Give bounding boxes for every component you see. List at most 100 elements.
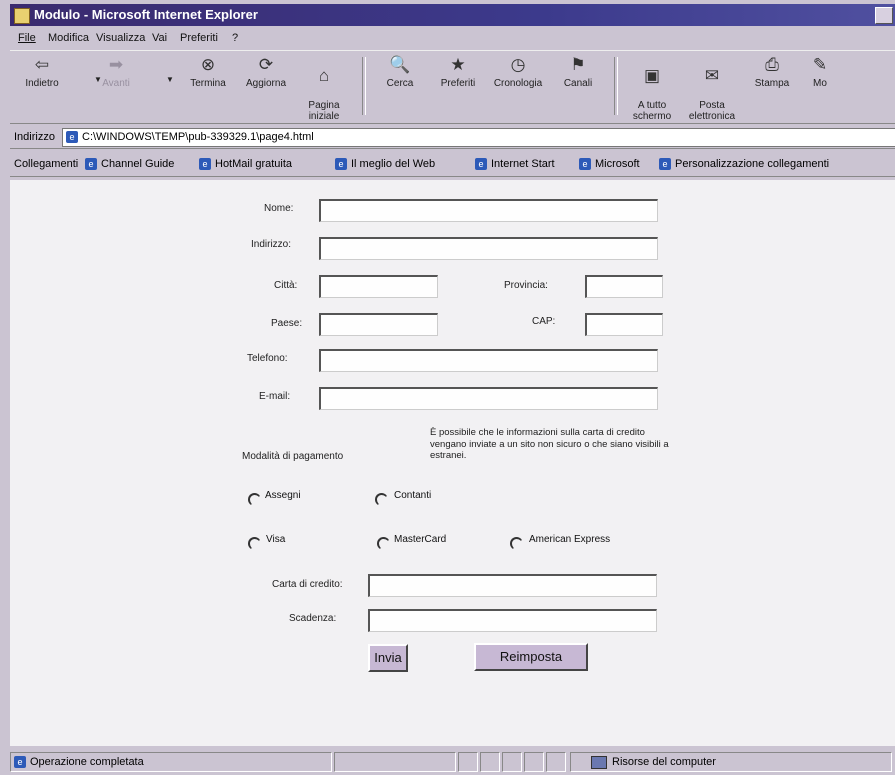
forward-dropdown-icon[interactable]: ▼ [166, 75, 174, 84]
page-icon: e [579, 158, 591, 171]
window-title: Modulo - Microsoft Internet Explorer [34, 7, 258, 22]
provincia-input[interactable] [585, 275, 663, 298]
history-icon: ◷ [510, 55, 526, 74]
stop-label: Termina [190, 78, 226, 89]
carta-credito-input[interactable] [368, 574, 657, 597]
status-panel-empty [524, 752, 544, 772]
reimposta-button[interactable]: Reimposta [474, 643, 588, 671]
home-icon: ⌂ [318, 66, 330, 85]
search-icon: 🔍 [389, 55, 411, 74]
fullscreen-icon: ▣ [643, 66, 661, 85]
page-icon: e [85, 158, 97, 171]
history-button[interactable]: ◷ Cronologia [488, 55, 548, 89]
refresh-button[interactable]: ⟳ Aggiorna [236, 55, 296, 89]
search-button[interactable]: 🔍 Cerca [370, 55, 430, 89]
page-icon: e [66, 131, 78, 144]
refresh-label: Aggiorna [245, 78, 287, 89]
citta-input[interactable] [319, 275, 438, 298]
home-label: Pagina iniziale [308, 100, 340, 122]
menu-vai[interactable]: Vai [152, 28, 167, 48]
fullscreen-button[interactable]: ▣ A tutto schermo [622, 55, 682, 122]
forward-button[interactable]: ➡ Avanti [86, 55, 146, 89]
page-icon: e [199, 158, 211, 171]
link-personalizzazione[interactable]: e Personalizzazione collegamenti [656, 152, 829, 176]
print-icon: ⎙ [765, 55, 779, 74]
minimize-button[interactable] [875, 7, 893, 24]
menu-visualizza[interactable]: Visualizza [96, 28, 145, 48]
radio-visa[interactable] [248, 537, 261, 550]
channels-label: Canali [563, 78, 593, 89]
nome-input[interactable] [319, 199, 658, 222]
invia-button[interactable]: Invia [368, 644, 408, 672]
nome-label: Nome: [264, 203, 294, 214]
indirizzo-input[interactable] [319, 237, 658, 260]
toolbar-separator [362, 57, 366, 115]
status-text: Operazione completata [30, 756, 144, 768]
email-input[interactable] [319, 387, 658, 410]
back-button[interactable]: ⇦ Indietro [12, 55, 72, 89]
cap-input[interactable] [585, 313, 663, 336]
telefono-label: Telefono: [247, 353, 288, 364]
menu-preferiti[interactable]: Preferiti [180, 28, 218, 48]
stop-button[interactable]: ⊗ Termina [178, 55, 238, 89]
link-hotmail[interactable]: e HotMail gratuita [196, 152, 292, 176]
print-label: Stampa [754, 78, 790, 89]
address-value: C:\WINDOWS\TEMP\pub-339329.1\page4.html [82, 131, 314, 143]
zone-panel: Risorse del computer [570, 752, 892, 772]
link-label: Channel Guide [101, 158, 175, 170]
search-label: Cerca [386, 78, 414, 89]
back-arrow-icon: ⇦ [34, 55, 50, 74]
address-bar: Indirizzo e C:\WINDOWS\TEMP\pub-339329.1\… [10, 126, 895, 149]
radio-mastercard[interactable] [377, 537, 390, 550]
mail-icon: ✉ [704, 66, 720, 85]
contanti-label: Contanti [394, 490, 432, 501]
link-label: Microsoft [595, 158, 640, 170]
indirizzo-label: Indirizzo: [251, 239, 292, 250]
scadenza-label: Scadenza: [289, 613, 337, 624]
favorites-icon: ★ [450, 55, 466, 74]
visa-label: Visa [266, 534, 286, 545]
telefono-input[interactable] [319, 349, 658, 372]
assegni-label: Assegni [265, 490, 301, 501]
status-panel: e Operazione completata [10, 752, 332, 772]
radio-assegni[interactable] [248, 493, 261, 506]
menu-modifica[interactable]: Modifica [48, 28, 89, 48]
link-microsoft[interactable]: e Microsoft [576, 152, 640, 176]
page-icon: e [475, 158, 487, 171]
mail-button[interactable]: ✉ Posta elettronica [682, 55, 742, 122]
link-label: Il meglio del Web [351, 158, 436, 170]
print-button[interactable]: ⎙ Stampa [742, 55, 802, 89]
edit-button[interactable]: ✎ Mo [800, 55, 840, 89]
status-panel-empty [502, 752, 522, 772]
menu-help[interactable]: ? [232, 28, 238, 48]
radio-american-express[interactable] [510, 537, 523, 550]
browser-window: Modulo - Microsoft Internet Explorer Fil… [0, 0, 895, 775]
pagamento-label: Modalità di pagamento [242, 451, 344, 462]
address-input[interactable]: e C:\WINDOWS\TEMP\pub-339329.1\page4.html [62, 128, 895, 147]
security-note: È possibile che le informazioni sulla ca… [430, 427, 669, 461]
page-content: Nome: Indirizzo: Città: Provincia: Paese… [10, 180, 895, 746]
paese-input[interactable] [319, 313, 438, 336]
link-channel-guide[interactable]: e Channel Guide [82, 152, 174, 176]
title-bar: Modulo - Microsoft Internet Explorer [10, 4, 895, 26]
link-label: HotMail gratuita [215, 158, 293, 170]
american-express-label: American Express [529, 534, 611, 545]
favorites-button[interactable]: ★ Preferiti [428, 55, 488, 89]
status-bar: e Operazione completata Risorse del compu… [10, 750, 895, 772]
cap-label: CAP: [532, 316, 556, 327]
scadenza-input[interactable] [368, 609, 657, 632]
provincia-label: Provincia: [504, 280, 548, 291]
page-icon: e [335, 158, 347, 171]
home-button[interactable]: ⌂ Pagina iniziale [294, 55, 354, 122]
menu-file[interactable]: File [18, 28, 36, 48]
link-meglio-web[interactable]: e Il meglio del Web [332, 152, 435, 176]
channels-button[interactable]: ⚑ Canali [548, 55, 608, 89]
ie-app-icon [14, 8, 30, 24]
link-internet-start[interactable]: e Internet Start [472, 152, 555, 176]
radio-contanti[interactable] [375, 493, 388, 506]
edit-icon: ✎ [812, 55, 828, 74]
status-panel-empty [480, 752, 500, 772]
status-panel-empty [546, 752, 566, 772]
channels-icon: ⚑ [570, 55, 586, 74]
page-icon: e [14, 756, 26, 769]
